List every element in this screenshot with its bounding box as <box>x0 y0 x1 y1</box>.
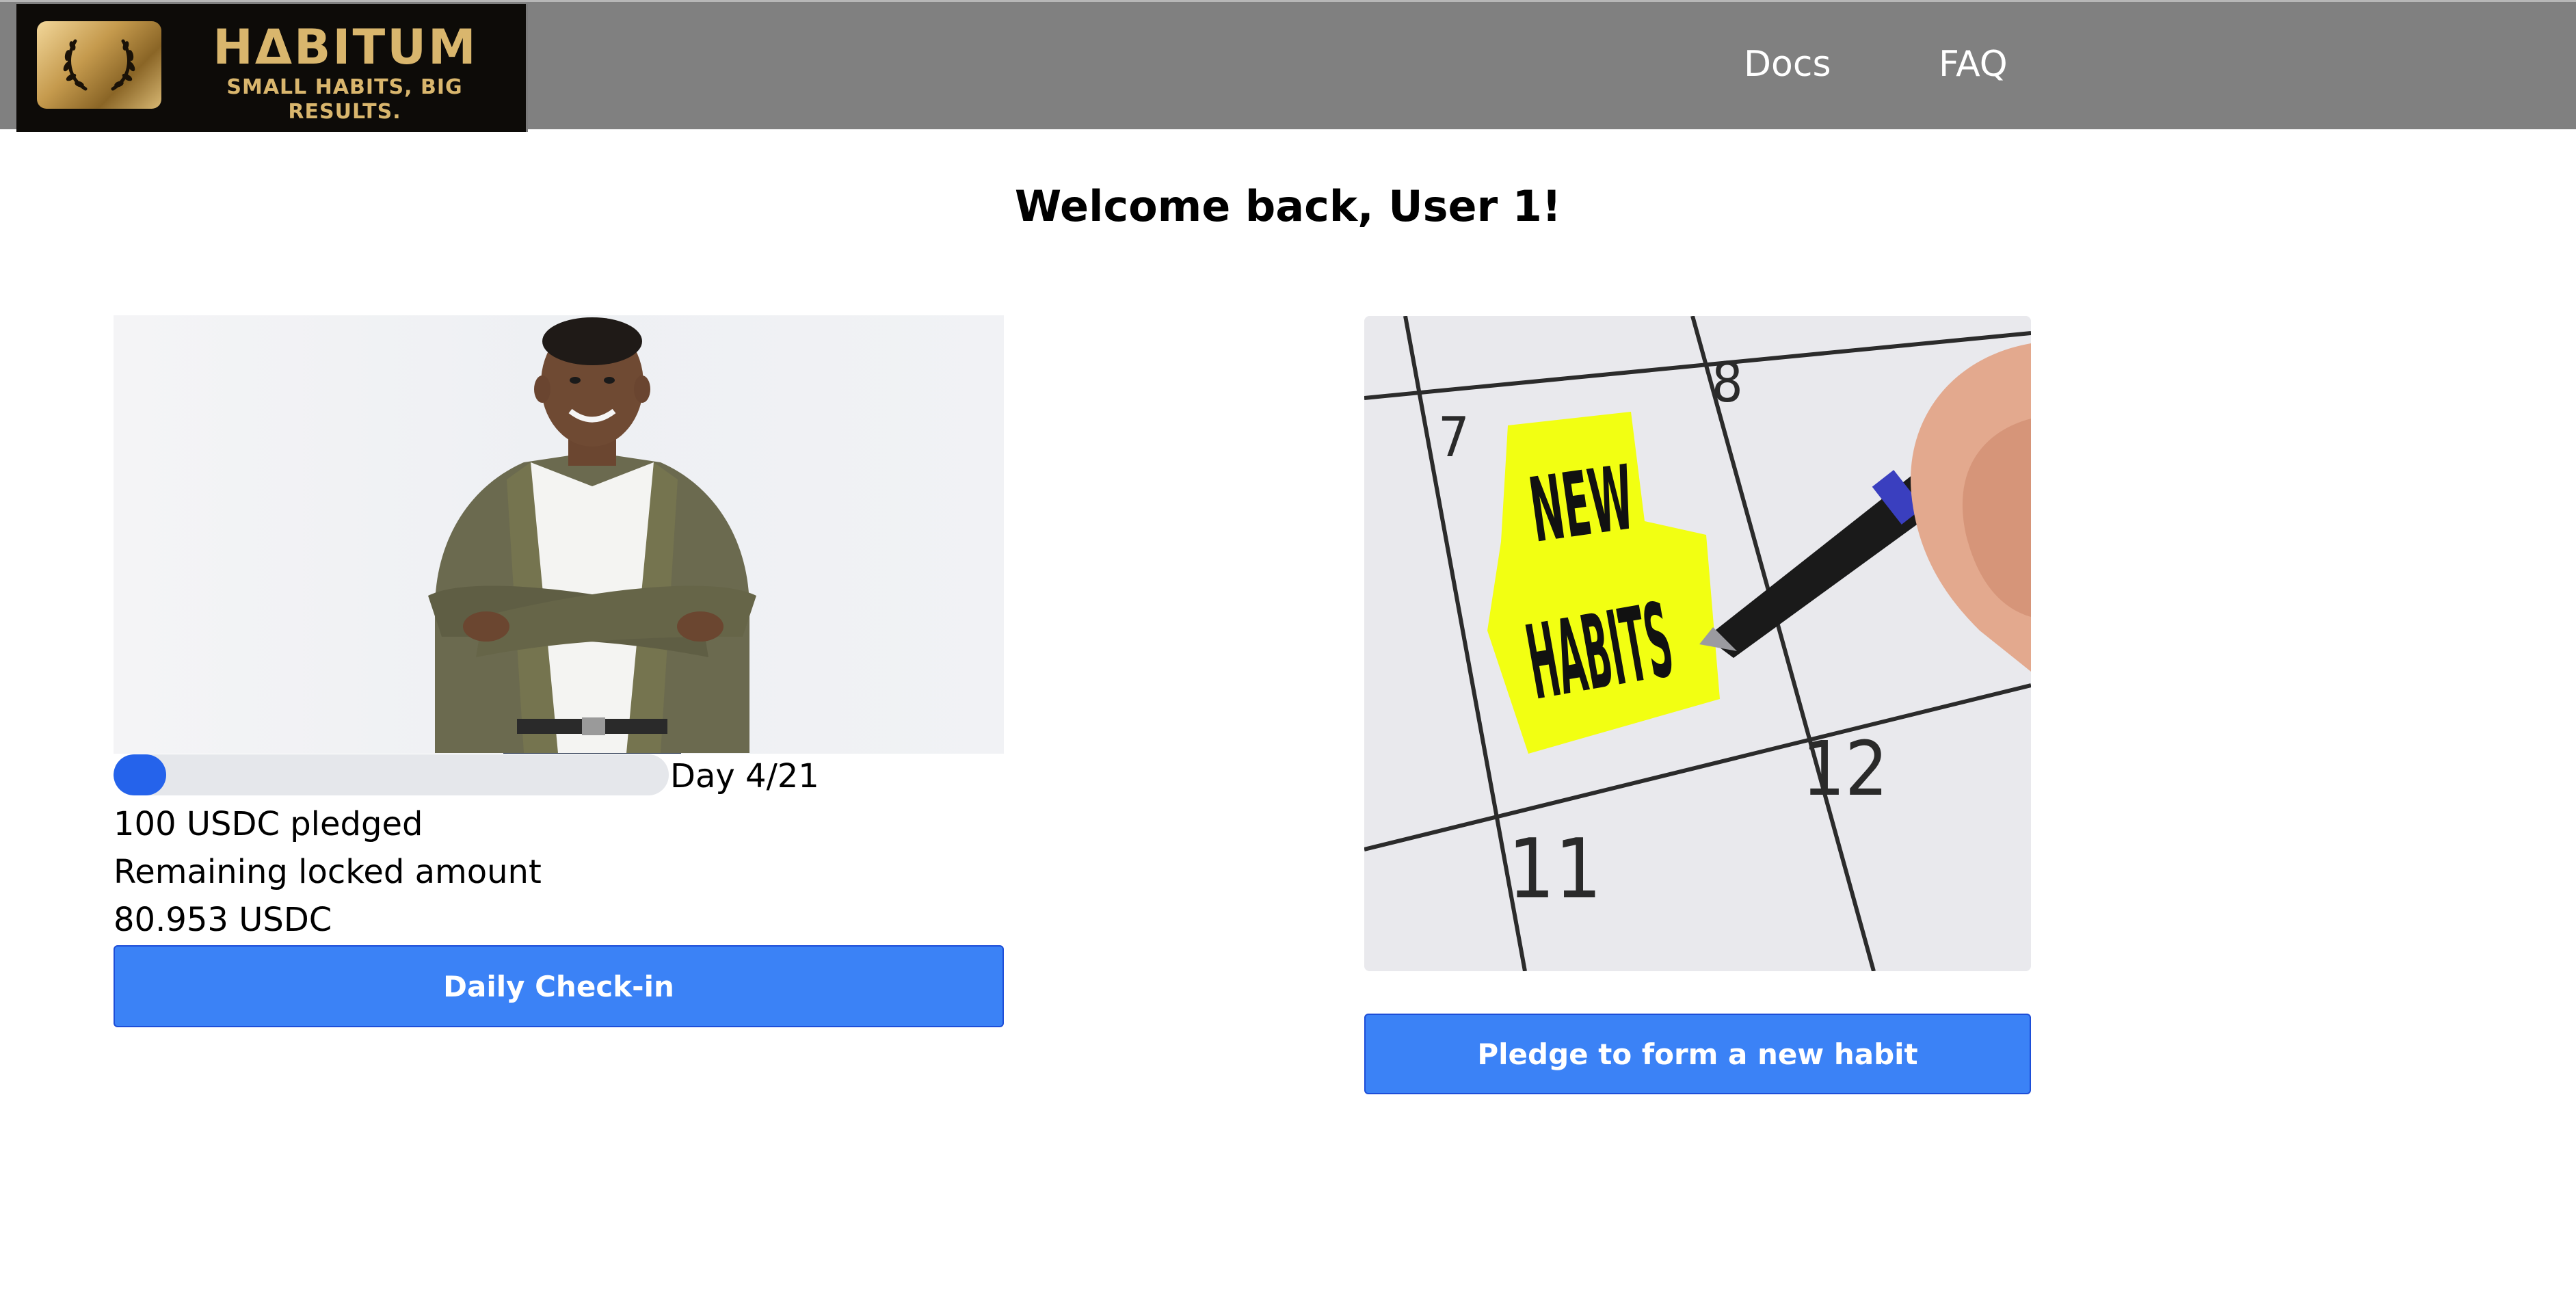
habitum-logo[interactable]: HΔBITUM SMALL HABITS, BIG RESULTS. <box>16 4 528 132</box>
new-habits-calendar-image: 7 8 11 12 NEW HABITS <box>1364 316 2031 971</box>
calendar-day-12: 12 <box>1802 725 1888 813</box>
remaining-locked-value: 80.953 USDC <box>114 901 332 939</box>
daily-checkin-button[interactable]: Daily Check-in <box>114 945 1004 1027</box>
new-word: NEW <box>1524 445 1640 562</box>
calendar-day-8: 8 <box>1712 351 1743 414</box>
habit-progress-fill <box>114 754 167 795</box>
laurel-wreath-icon <box>37 21 161 109</box>
calendar-day-11: 11 <box>1508 822 1602 917</box>
logo-tagline: SMALL HABITS, BIG RESULTS. <box>226 75 463 124</box>
pledge-new-habit-button[interactable]: Pledge to form a new habit <box>1364 1014 2031 1094</box>
logo-title: HΔBITUM <box>213 19 478 75</box>
habits-word: HABITS <box>1519 581 1681 724</box>
nav-faq-link[interactable]: FAQ <box>1939 40 2008 88</box>
remaining-locked-label: Remaining locked amount <box>114 853 542 891</box>
habit-progress-bar <box>114 754 669 795</box>
pledged-amount: 100 USDC pledged <box>114 805 423 843</box>
day-counter: Day 4/21 <box>670 757 819 795</box>
nav-docs-link[interactable]: Docs <box>1744 40 1831 88</box>
top-nav-bar: HΔBITUM SMALL HABITS, BIG RESULTS. Docs … <box>0 0 2576 132</box>
calendar-day-7: 7 <box>1438 406 1470 469</box>
habit-person-image <box>114 315 1004 754</box>
welcome-heading: Welcome back, User 1! <box>1014 181 1562 231</box>
